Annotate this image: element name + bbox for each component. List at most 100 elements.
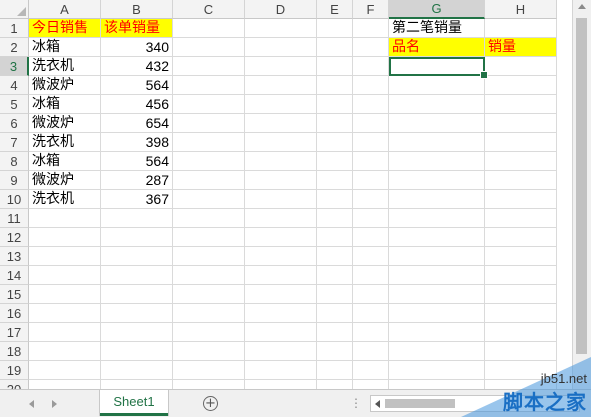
cell-g15[interactable] — [389, 285, 485, 304]
horizontal-scroll-thumb[interactable] — [385, 399, 455, 408]
cell-e11[interactable] — [317, 209, 353, 228]
cell-c15[interactable] — [173, 285, 245, 304]
cell-c12[interactable] — [173, 228, 245, 247]
cell-b11[interactable] — [101, 209, 173, 228]
cell-c20[interactable] — [173, 380, 245, 389]
cell-f4[interactable] — [353, 76, 389, 95]
cell-c14[interactable] — [173, 266, 245, 285]
scroll-left-icon[interactable] — [375, 400, 380, 408]
column-header-b[interactable]: B — [101, 0, 173, 19]
cell-c13[interactable] — [173, 247, 245, 266]
cell-g13[interactable] — [389, 247, 485, 266]
cell-d19[interactable] — [245, 361, 317, 380]
cell-b8[interactable]: 564 — [101, 152, 173, 171]
cell-h17[interactable] — [485, 323, 557, 342]
cell-h7[interactable] — [485, 133, 557, 152]
row-header[interactable]: 16 — [0, 304, 29, 323]
row-header[interactable]: 7 — [0, 133, 29, 152]
cell-e2[interactable] — [317, 38, 353, 57]
cell-f12[interactable] — [353, 228, 389, 247]
cell-b13[interactable] — [101, 247, 173, 266]
cell-a18[interactable] — [29, 342, 101, 361]
cell-e12[interactable] — [317, 228, 353, 247]
scroll-up-icon[interactable] — [578, 4, 586, 9]
cell-d15[interactable] — [245, 285, 317, 304]
cell-g1[interactable]: 第二笔销量 — [389, 19, 485, 38]
select-all-corner[interactable] — [0, 0, 29, 19]
cell-f9[interactable] — [353, 171, 389, 190]
cell-g14[interactable] — [389, 266, 485, 285]
cell-h14[interactable] — [485, 266, 557, 285]
cell-e7[interactable] — [317, 133, 353, 152]
cell-e5[interactable] — [317, 95, 353, 114]
cell-h16[interactable] — [485, 304, 557, 323]
row-header[interactable]: 1 — [0, 19, 29, 38]
row-header[interactable]: 9 — [0, 171, 29, 190]
column-header-a[interactable]: A — [29, 0, 101, 19]
cell-d11[interactable] — [245, 209, 317, 228]
cell-f19[interactable] — [353, 361, 389, 380]
cell-c8[interactable] — [173, 152, 245, 171]
cell-c16[interactable] — [173, 304, 245, 323]
cell-f7[interactable] — [353, 133, 389, 152]
vertical-scroll-thumb[interactable] — [576, 18, 587, 354]
cell-f17[interactable] — [353, 323, 389, 342]
cell-d4[interactable] — [245, 76, 317, 95]
row-header[interactable]: 3 — [0, 57, 29, 76]
cell-e9[interactable] — [317, 171, 353, 190]
cell-a16[interactable] — [29, 304, 101, 323]
row-header[interactable]: 19 — [0, 361, 29, 380]
cell-a5[interactable]: 冰箱 — [29, 95, 101, 114]
cell-c6[interactable] — [173, 114, 245, 133]
cell-e8[interactable] — [317, 152, 353, 171]
row-header[interactable]: 17 — [0, 323, 29, 342]
cell-g9[interactable] — [389, 171, 485, 190]
cell-b4[interactable]: 564 — [101, 76, 173, 95]
cell-a17[interactable] — [29, 323, 101, 342]
column-header-h[interactable]: H — [485, 0, 557, 19]
tab-scroll-left-icon[interactable] — [29, 400, 34, 408]
row-header[interactable]: 6 — [0, 114, 29, 133]
tab-scroll-right-icon[interactable] — [52, 400, 57, 408]
cell-g6[interactable] — [389, 114, 485, 133]
row-header[interactable]: 10 — [0, 190, 29, 209]
cell-c19[interactable] — [173, 361, 245, 380]
cell-e1[interactable] — [317, 19, 353, 38]
row-header[interactable]: 13 — [0, 247, 29, 266]
cell-f20[interactable] — [353, 380, 389, 389]
cell-a1[interactable]: 今日销售 — [29, 19, 101, 38]
cell-a13[interactable] — [29, 247, 101, 266]
cell-e10[interactable] — [317, 190, 353, 209]
cell-g2[interactable]: 品名 — [389, 38, 485, 57]
cell-h2[interactable]: 销量 — [485, 38, 557, 57]
cell-e3[interactable] — [317, 57, 353, 76]
add-sheet-icon[interactable]: + — [203, 396, 218, 411]
cell-b10[interactable]: 367 — [101, 190, 173, 209]
cell-d7[interactable] — [245, 133, 317, 152]
cell-a15[interactable] — [29, 285, 101, 304]
cell-c17[interactable] — [173, 323, 245, 342]
cell-d2[interactable] — [245, 38, 317, 57]
cell-e14[interactable] — [317, 266, 353, 285]
cell-d6[interactable] — [245, 114, 317, 133]
cell-f18[interactable] — [353, 342, 389, 361]
cell-b16[interactable] — [101, 304, 173, 323]
cell-g12[interactable] — [389, 228, 485, 247]
cell-a19[interactable] — [29, 361, 101, 380]
column-header-d[interactable]: D — [245, 0, 317, 19]
cell-g4[interactable] — [389, 76, 485, 95]
column-header-g[interactable]: G — [389, 0, 485, 19]
cell-e19[interactable] — [317, 361, 353, 380]
cell-f15[interactable] — [353, 285, 389, 304]
row-header[interactable]: 18 — [0, 342, 29, 361]
cell-c4[interactable] — [173, 76, 245, 95]
cell-c9[interactable] — [173, 171, 245, 190]
cell-a11[interactable] — [29, 209, 101, 228]
cell-d17[interactable] — [245, 323, 317, 342]
cell-c1[interactable] — [173, 19, 245, 38]
cell-d14[interactable] — [245, 266, 317, 285]
row-header[interactable]: 12 — [0, 228, 29, 247]
cell-d18[interactable] — [245, 342, 317, 361]
cell-g5[interactable] — [389, 95, 485, 114]
cell-g7[interactable] — [389, 133, 485, 152]
